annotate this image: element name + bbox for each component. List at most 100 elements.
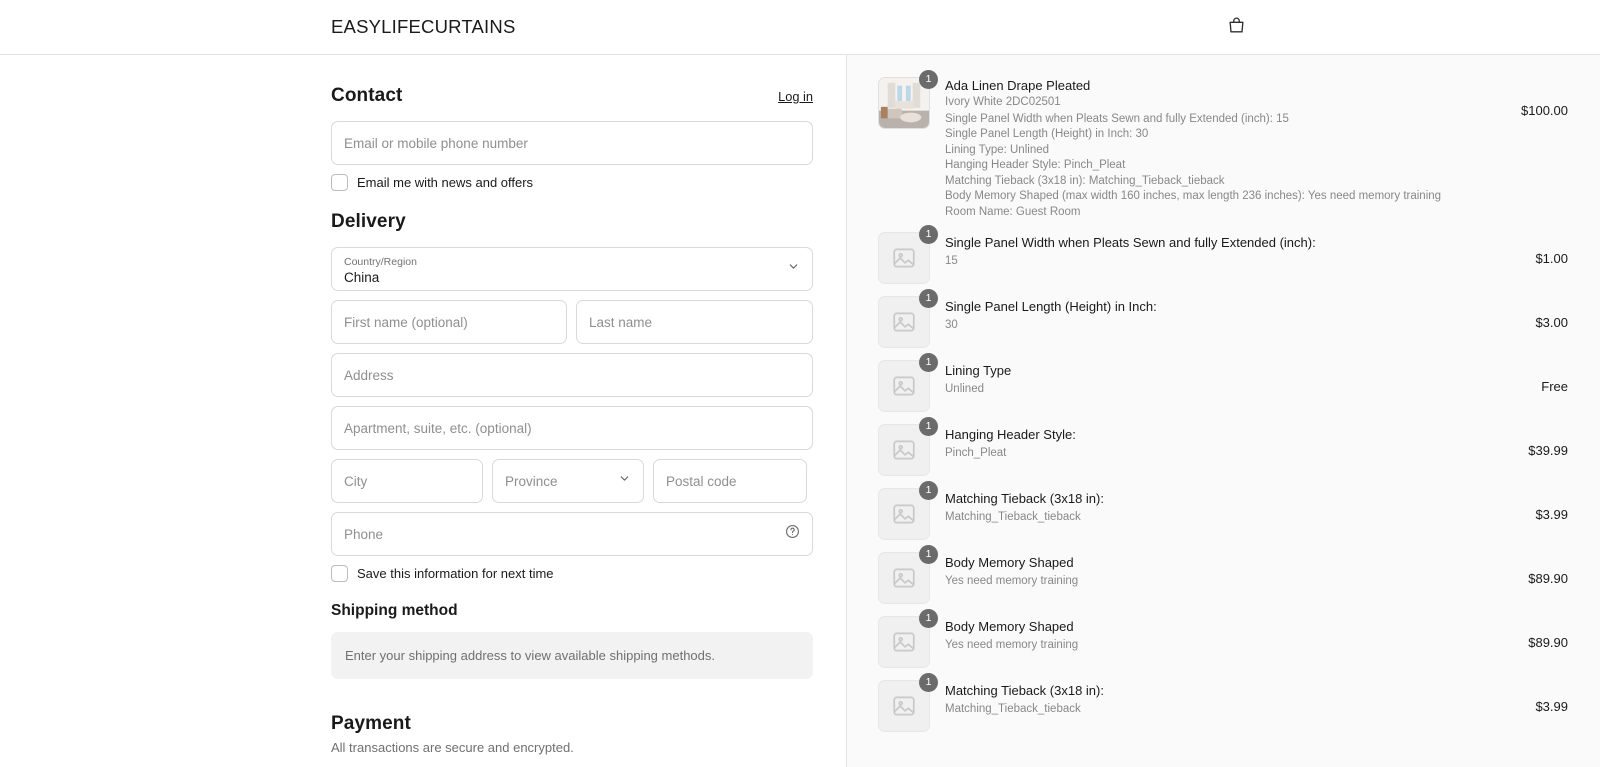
line-item-thumbnail-wrapper: 1 [878,609,938,668]
checkout-page: Contact Log in Email me with news and of… [0,55,1600,767]
line-item-option: Body Memory Shaped (max width 160 inches… [945,190,1442,202]
address-field-wrapper[interactable] [331,353,813,397]
address-input[interactable] [344,367,800,383]
line-item-thumbnail-wrapper: 1 [878,417,938,476]
quantity-badge: 1 [919,481,938,500]
line-item-details: Ada Linen Drape Pleated Ivory White 2DC02… [930,77,1496,220]
line-item-options: Single Panel Width when Pleats Sewn and … [945,112,1486,221]
apartment-input[interactable] [344,420,800,436]
order-line-item: 1 Matching Tieback (3x18 in): Matching_Tie… [878,673,1568,732]
quantity-badge: 1 [919,609,938,628]
quantity-badge: 1 [919,289,938,308]
city-field-wrapper[interactable] [331,459,483,503]
line-item-option: Matching Tieback (3x18 in): Matching_Tie… [945,174,1225,187]
line-item-thumbnail-wrapper: 1 [878,225,938,284]
line-item-price: $3.99 [1535,698,1568,714]
line-item-price: $1.00 [1535,250,1568,266]
first-name-input[interactable] [344,314,554,330]
line-item-title: Body Memory Shaped [945,619,1074,634]
apartment-field-wrapper[interactable] [331,406,813,450]
checkout-form-pane: Contact Log in Email me with news and of… [0,55,847,767]
line-item-title: Matching Tieback (3x18 in): [945,491,1104,506]
line-item-option: Single Panel Width when Pleats Sewn and … [945,112,1289,125]
line-item-thumbnail-wrapper: 1 [878,673,938,732]
order-line-item: 1 Matching Tieback (3x18 in): Matching_Tie… [878,481,1568,540]
line-item-title: Matching Tieback (3x18 in): [945,683,1104,698]
line-item-details: Matching Tieback (3x18 in): Matching_Tieb… [930,488,1496,525]
phone-field-wrapper[interactable] [331,512,813,556]
quantity-badge: 1 [919,353,938,372]
save-info-label: Save this information for next time [357,566,554,581]
phone-input[interactable] [344,526,800,542]
line-item-title: Body Memory Shaped [945,555,1074,570]
shipping-method-notice: Enter your shipping address to view avai… [331,632,813,679]
order-line-item: 1 Body Memory Shaped Yes need memory train… [878,609,1568,668]
contact-section-header: Contact Log in [331,85,813,107]
log-in-link[interactable]: Log in [778,89,813,104]
payment-note: All transactions are secure and encrypte… [331,740,574,755]
last-name-input[interactable] [589,314,800,330]
postal-code-field-wrapper[interactable] [653,459,807,503]
line-item-thumbnail-wrapper: 1 [878,545,938,604]
line-item-variant: Pinch_Pleat [945,446,1007,459]
line-item-details: Single Panel Width when Pleats Sewn and … [930,232,1496,269]
shipping-method-title: Shipping method [331,602,458,619]
order-line-item: 1 Single Panel Width when Pleats Sewn and… [878,225,1568,284]
email-input[interactable] [344,135,800,151]
first-name-field-wrapper[interactable] [331,300,567,344]
line-item-details: Matching Tieback (3x18 in): Matching_Tieb… [930,680,1496,717]
line-item-title: Single Panel Width when Pleats Sewn and … [945,235,1316,250]
line-item-details: Body Memory Shaped Yes need memory traini… [930,552,1496,589]
line-item-details: Lining Type Unlined [930,360,1496,397]
chevron-down-icon [787,260,800,278]
line-item-price: $39.99 [1528,442,1568,458]
line-item-price: $100.00 [1521,103,1568,118]
shopping-bag-icon [1227,16,1246,38]
quantity-badge: 1 [919,225,938,244]
line-item-variant: Yes need memory training [945,574,1079,587]
site-header: EASYLIFECURTAINS [0,0,1600,55]
cart-button[interactable] [1224,15,1248,39]
postal-code-input[interactable] [666,473,794,489]
order-line-item: 1 Ada Linen Drape Pleated Ivory White 2DC0… [878,70,1568,220]
save-info-row[interactable]: Save this information for next time [331,565,813,582]
order-line-item: 1 Lining Type Unlined Free [878,353,1568,412]
city-province-postal-row: Province [331,459,813,512]
line-item-title: Single Panel Length (Height) in Inch: [945,299,1157,314]
line-item-title: Lining Type [945,363,1012,378]
line-item-variant: 15 [945,254,958,267]
line-item-thumbnail-wrapper: 1 [878,481,938,540]
order-line-item: 1 Body Memory Shaped Yes need memory train… [878,545,1568,604]
country-value: China [344,270,380,285]
quantity-badge: 1 [919,70,938,89]
newsletter-label: Email me with news and offers [357,175,534,190]
line-item-variant: Matching_Tieback_tieback [945,702,1081,715]
save-info-checkbox[interactable] [331,565,348,582]
line-item-title: Hanging Header Style: [945,427,1076,442]
newsletter-checkbox[interactable] [331,174,348,191]
line-item-details: Single Panel Length (Height) in Inch: 30 [930,296,1496,333]
country-select[interactable]: Country/Region China [331,247,813,291]
order-line-items: 1 Ada Linen Drape Pleated Ivory White 2DC0… [847,55,1600,732]
order-line-item: 1 Single Panel Length (Height) in Inch: 30… [878,289,1568,348]
line-item-variant: Matching_Tieback_tieback [945,510,1081,523]
store-logo[interactable]: EASYLIFECURTAINS [331,16,515,38]
line-item-option: Hanging Header Style: Pinch_Pleat [945,159,1126,171]
newsletter-row[interactable]: Email me with news and offers [331,174,813,191]
delivery-title: Delivery [331,211,406,232]
payment-title: Payment [331,713,411,734]
line-item-details: Hanging Header Style: Pinch_Pleat [930,424,1496,461]
country-label: Country/Region [344,256,417,268]
line-item-option: Lining Type: Unlined [945,143,1049,156]
province-select[interactable]: Province [492,459,644,503]
order-line-item: 1 Hanging Header Style: Pinch_Pleat $39.99 [878,417,1568,476]
last-name-field-wrapper[interactable] [576,300,813,344]
line-item-variant: Unlined [945,382,984,395]
email-field-wrapper[interactable] [331,121,813,165]
line-item-title: Ada Linen Drape Pleated [945,78,1091,93]
help-circle-icon[interactable] [785,524,800,544]
line-item-thumbnail-wrapper: 1 [878,353,938,412]
line-item-variant: Ivory White 2DC02501 [945,96,1061,108]
city-input[interactable] [344,473,470,489]
line-item-thumbnail-wrapper: 1 [878,289,938,348]
